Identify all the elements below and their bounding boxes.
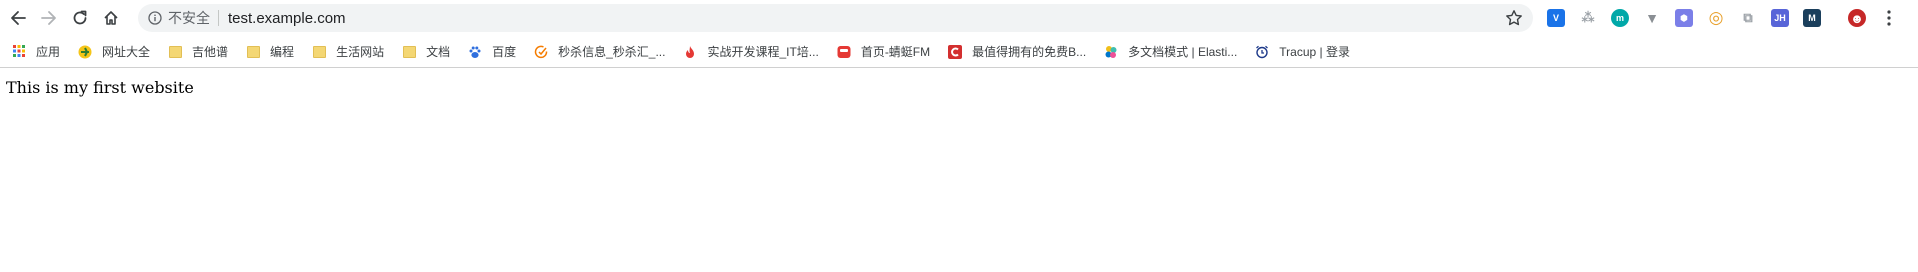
forward-button[interactable] [37, 6, 61, 30]
omnibox-divider [218, 10, 219, 26]
bookmark-item[interactable]: 秒杀信息_秒杀汇_... [534, 43, 665, 60]
bookmark-star-button[interactable] [1505, 9, 1523, 32]
jh-extension-icon[interactable]: JH [1771, 9, 1789, 27]
flame-icon [683, 45, 697, 59]
bookmark-item[interactable]: 最值得拥有的免费B... [948, 43, 1086, 60]
apps-grid-icon [12, 45, 26, 59]
sitemap-extension-icon[interactable]: ⁂ [1579, 9, 1597, 27]
bookmarks-bar: 应用 网址大全 吉他谱 编程 生活网站 文档 百度 秒杀信息_秒杀汇_... 实战开发课程_IT… [0, 36, 1918, 68]
v-extension-icon[interactable]: V [1547, 9, 1565, 27]
color-ring-extension-icon[interactable]: ◎ [1707, 8, 1725, 27]
home-button[interactable] [99, 6, 123, 30]
vue-extension-icon[interactable]: ▼ [1643, 9, 1661, 27]
bookmark-label: 首页-蜻蜓FM [860, 45, 931, 59]
spider-avatar-icon[interactable]: ☻ [1848, 9, 1866, 27]
home-icon [104, 11, 118, 25]
info-circle-icon [148, 11, 162, 25]
arrow-left-icon [11, 11, 26, 25]
bookmark-label: 最值得拥有的免费B... [972, 45, 1087, 59]
bookmark-item[interactable]: Tracup | 登录 [1255, 43, 1350, 60]
browser-menu-button[interactable] [1880, 8, 1898, 28]
browser-toolbar: 不安全 test.example.com V ⁂ m ▼ ⬢ ◎ ⧉ JH M ☻ [0, 0, 1918, 36]
star-outline-icon [1506, 10, 1522, 26]
bookmark-label: 吉他谱 [192, 45, 229, 59]
page-body-text: This is my first website [6, 78, 194, 97]
bookmark-label: Tracup | 登录 [1279, 45, 1350, 59]
browser-window: 不安全 test.example.com V ⁂ m ▼ ⬢ ◎ ⧉ JH M ☻ 应用 网址大全 吉… [0, 0, 1918, 272]
bookmark-label: 实战开发课程_IT培... [707, 45, 819, 59]
bookmark-item[interactable]: 多文档模式 | Elasti... [1104, 43, 1237, 60]
bookmark-item[interactable]: 生活网站 [312, 43, 384, 60]
m-extension-icon[interactable]: m [1611, 9, 1629, 27]
bookmark-item[interactable]: 应用 [12, 43, 60, 60]
extensions-area: V ⁂ m ▼ ⬢ ◎ ⧉ JH M ☻ [1547, 8, 1880, 27]
bookmark-label: 百度 [492, 45, 517, 59]
bookmark-label: 文档 [426, 45, 451, 59]
security-label: 不安全 [168, 10, 210, 26]
m-dark-extension-icon[interactable]: M [1803, 9, 1821, 27]
hex-extension-icon[interactable]: ⬢ [1675, 9, 1693, 27]
bookmark-label: 编程 [270, 45, 295, 59]
globe-icon [78, 45, 92, 59]
folder-icon [168, 45, 182, 59]
alarm-clock-icon [1255, 45, 1269, 59]
bookmark-label: 应用 [36, 45, 61, 59]
folder-icon [312, 45, 326, 59]
bookmark-label: 秒杀信息_秒杀汇_... [558, 45, 666, 59]
baidu-paw-icon [468, 45, 482, 59]
folder-icon [246, 45, 260, 59]
arrow-right-icon [41, 11, 56, 25]
folder-icon [402, 45, 416, 59]
url-text[interactable]: test.example.com [228, 10, 346, 27]
reload-button[interactable] [68, 6, 92, 30]
bookmark-item[interactable]: 吉他谱 [168, 43, 228, 60]
bookmark-item[interactable]: 网址大全 [78, 43, 150, 60]
back-button[interactable] [6, 6, 30, 30]
bookmark-item[interactable]: 编程 [246, 43, 294, 60]
address-bar[interactable]: 不安全 test.example.com [138, 4, 1533, 32]
reload-icon [73, 10, 87, 25]
screen-extension-icon[interactable]: ⧉ [1739, 9, 1757, 27]
bookmark-label: 网址大全 [102, 45, 151, 59]
bookmark-label: 生活网站 [336, 45, 385, 59]
extensions-separator [1835, 9, 1836, 27]
elastic-icon [1104, 45, 1118, 59]
page-content: This is my first website [0, 68, 1918, 107]
bookmark-item[interactable]: 百度 [468, 43, 516, 60]
check-circle-icon [534, 45, 548, 59]
radio-icon [837, 45, 851, 59]
security-indicator[interactable]: 不安全 [148, 8, 210, 28]
bookmark-item[interactable]: 文档 [402, 43, 450, 60]
bookmark-item[interactable]: 首页-蜻蜓FM [837, 43, 930, 60]
kebab-menu-icon [1887, 10, 1891, 26]
bookmark-item[interactable]: 实战开发课程_IT培... [683, 43, 819, 60]
c-logo-icon [948, 44, 963, 59]
bookmark-label: 多文档模式 | Elasti... [1128, 45, 1238, 59]
